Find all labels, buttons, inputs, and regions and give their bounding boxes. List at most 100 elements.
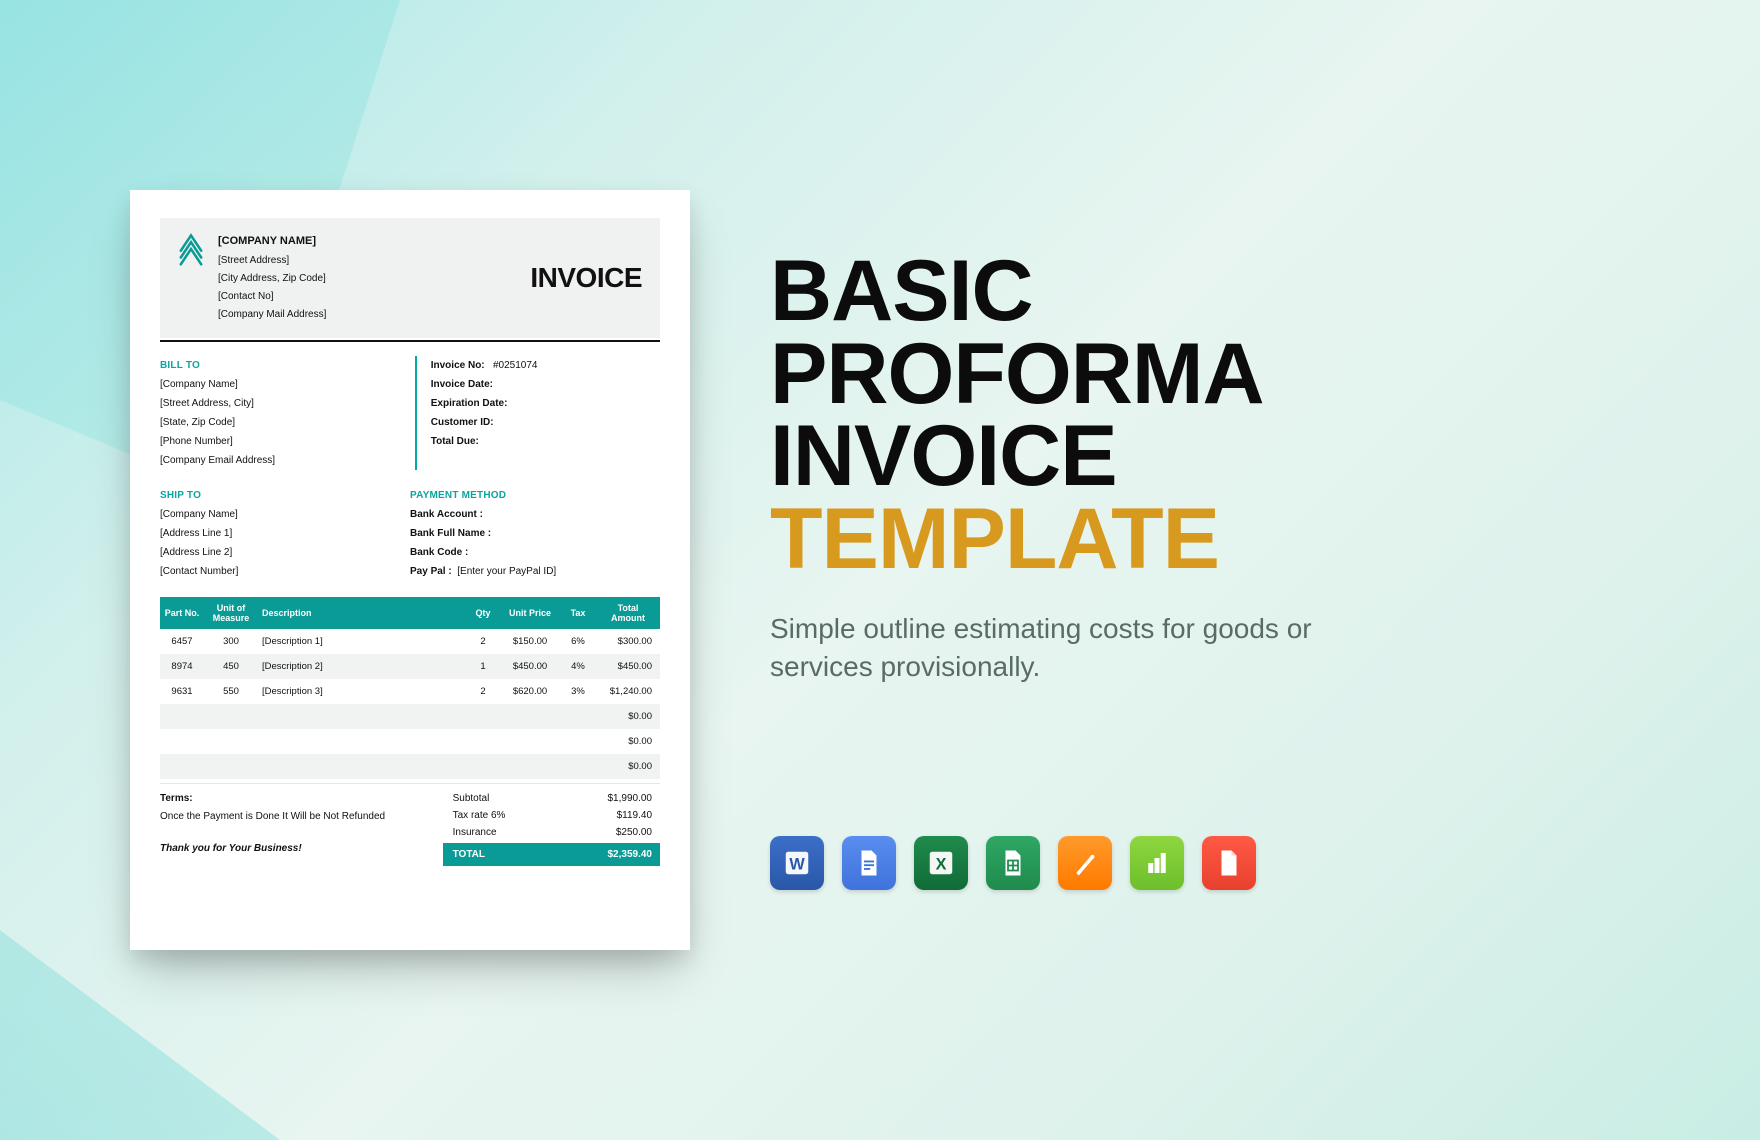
excel-icon[interactable]: X [914, 836, 968, 890]
svg-text:X: X [936, 855, 947, 873]
thank-you: Thank you for Your Business! [160, 840, 443, 858]
th-desc: Description [258, 597, 466, 629]
pages-icon[interactable] [1058, 836, 1112, 890]
cell-part: 6457 [160, 629, 204, 654]
cell-uom: 450 [204, 654, 258, 679]
total-value: $2,359.40 [608, 849, 653, 860]
company-logo-icon [174, 232, 208, 266]
ship-to-line: [Address Line 1] [160, 524, 410, 543]
cell-uom: 550 [204, 679, 258, 704]
invoice-header: [COMPANY NAME] [Street Address] [City Ad… [160, 218, 660, 338]
company-name: [COMPANY NAME] [218, 232, 530, 252]
summary-value: $250.00 [616, 827, 652, 838]
numbers-icon[interactable] [1130, 836, 1184, 890]
payment-label: PAYMENT METHOD [410, 486, 660, 505]
cell-price: $150.00 [500, 629, 560, 654]
cell-desc: [Description 3] [258, 679, 466, 704]
bill-to-line: [Phone Number] [160, 432, 415, 451]
bill-to-label: BILL TO [160, 356, 415, 375]
title-accent: Template [770, 498, 1420, 581]
summary-value: $1,990.00 [608, 793, 653, 804]
terms-text: Once the Payment is Done It Will be Not … [160, 811, 385, 822]
google-sheets-icon[interactable] [986, 836, 1040, 890]
summary-label: Subtotal [453, 793, 490, 804]
cell-price: $620.00 [500, 679, 560, 704]
bill-to-line: [Company Name] [160, 375, 415, 394]
table-row-blank: $0.00 [160, 729, 660, 754]
table-row: 8974 450 [Description 2] 1 $450.00 4% $4… [160, 654, 660, 679]
line-items-table: Part No. Unit of Measure Description Qty… [160, 597, 660, 779]
summary-value: $119.40 [617, 810, 652, 821]
format-icons: W X [770, 836, 1420, 890]
th-price: Unit Price [500, 597, 560, 629]
divider [160, 340, 660, 342]
payment-field: Bank Full Name : [410, 528, 491, 539]
bill-to-line: [Company Email Address] [160, 451, 415, 470]
page-title: Basic Proforma Invoice Template [770, 250, 1420, 580]
bill-to-line: [Street Address, City] [160, 394, 415, 413]
payment-field: Bank Code : [410, 547, 468, 558]
cell-qty: 1 [466, 654, 500, 679]
ship-to-label: SHIP TO [160, 486, 410, 505]
th-tax: Tax [560, 597, 596, 629]
th-part: Part No. [160, 597, 204, 629]
ship-to-block: SHIP TO [Company Name] [Address Line 1] … [160, 486, 410, 581]
meta-label: Invoice No: [431, 360, 485, 371]
word-icon[interactable]: W [770, 836, 824, 890]
bill-to-block: BILL TO [Company Name] [Street Address, … [160, 356, 415, 470]
summary-label: Tax rate 6% [453, 810, 506, 821]
ship-to-line: [Contact Number] [160, 562, 410, 581]
cell-amount: $1,240.00 [596, 679, 660, 704]
payment-field: Bank Account : [410, 509, 483, 520]
payment-block: PAYMENT METHOD Bank Account : Bank Full … [410, 486, 660, 581]
ship-to-line: [Address Line 2] [160, 543, 410, 562]
cell-part: 9631 [160, 679, 204, 704]
company-contact: [Contact No] [218, 288, 530, 306]
table-row-blank: $0.00 [160, 704, 660, 729]
cell-qty: 2 [466, 629, 500, 654]
cell-uom: 300 [204, 629, 258, 654]
total-label: TOTAL [453, 849, 485, 860]
paypal-value: [Enter your PayPal ID] [457, 566, 556, 577]
th-uom: Unit of Measure [204, 597, 258, 629]
cell-amount: $0.00 [596, 704, 660, 729]
meta-block: Invoice No: #0251074 Invoice Date: Expir… [415, 356, 660, 470]
cell-amount: $0.00 [596, 729, 660, 754]
table-row: 9631 550 [Description 3] 2 $620.00 3% $1… [160, 679, 660, 704]
company-street: [Street Address] [218, 252, 530, 270]
svg-text:W: W [789, 855, 805, 873]
meta-label: Total Due: [431, 436, 479, 447]
summary-block: Subtotal $1,990.00 Tax rate 6% $119.40 Ins… [443, 790, 660, 866]
company-city: [City Address, Zip Code] [218, 270, 530, 288]
ship-to-line: [Company Name] [160, 505, 410, 524]
company-block: [COMPANY NAME] [Street Address] [City Ad… [218, 232, 530, 324]
title-line: Invoice [770, 408, 1117, 504]
summary-label: Insurance [453, 827, 497, 838]
meta-label: Customer ID: [431, 417, 494, 428]
terms-label: Terms: [160, 793, 193, 804]
hero: Basic Proforma Invoice Template Simple o… [770, 250, 1420, 890]
th-qty: Qty [466, 597, 500, 629]
meta-label: Invoice Date: [431, 379, 493, 390]
cell-tax: 6% [560, 629, 596, 654]
cell-tax: 3% [560, 679, 596, 704]
cell-amount: $300.00 [596, 629, 660, 654]
cell-qty: 2 [466, 679, 500, 704]
th-amount: Total Amount [596, 597, 660, 629]
cell-tax: 4% [560, 654, 596, 679]
cell-amount: $0.00 [596, 754, 660, 779]
company-mail: [Company Mail Address] [218, 306, 530, 324]
payment-field: Pay Pal : [410, 566, 452, 577]
invoice-number: #0251074 [493, 360, 538, 371]
invoice-heading: INVOICE [530, 262, 642, 294]
table-row-blank: $0.00 [160, 754, 660, 779]
cell-price: $450.00 [500, 654, 560, 679]
terms-block: Terms: Once the Payment is Done It Will … [160, 790, 443, 866]
google-docs-icon[interactable] [842, 836, 896, 890]
cell-amount: $450.00 [596, 654, 660, 679]
meta-label: Expiration Date: [431, 398, 508, 409]
cell-part: 8974 [160, 654, 204, 679]
pdf-icon[interactable] [1202, 836, 1256, 890]
table-row: 6457 300 [Description 1] 2 $150.00 6% $3… [160, 629, 660, 654]
cell-desc: [Description 1] [258, 629, 466, 654]
